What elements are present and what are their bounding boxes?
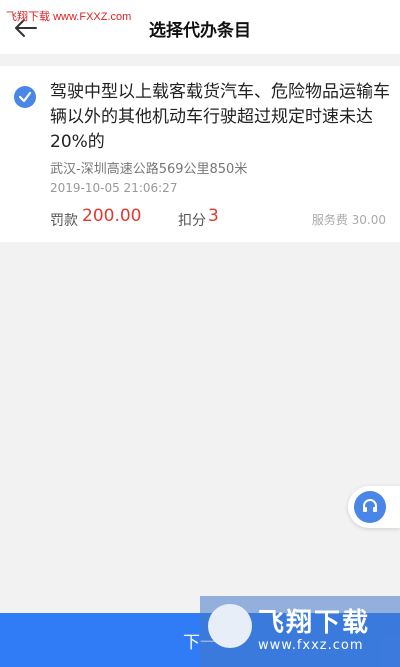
- watermark-bottom-url: www.fxxz.com: [258, 638, 364, 653]
- violation-location: 武汉-深圳高速公路569公里850米: [50, 162, 248, 177]
- fine-row: 罚款 200.00 扣分 3 服务费 30.00: [50, 206, 386, 230]
- watermark-top: 飞翔下载 www.FXXZ.com: [6, 8, 131, 24]
- watermark-bottom: 飞翔下载 www.fxxz.com: [200, 596, 400, 667]
- watermark-url: www.FXXZ.com: [53, 11, 132, 23]
- check-icon: [18, 91, 32, 103]
- points-label: 扣分: [178, 213, 206, 229]
- service-fee: 服务费 30.00: [311, 213, 386, 227]
- headset-icon: [354, 491, 386, 523]
- watermark-logo-icon: [208, 604, 252, 648]
- selected-checkbox[interactable]: [14, 86, 36, 108]
- fine-label: 罚款: [50, 213, 78, 229]
- fine-value: 200.00: [82, 206, 142, 226]
- points-value: 3: [208, 206, 219, 226]
- header-bar: 选择代办条目 飞翔下载 www.FXXZ.com: [0, 0, 400, 54]
- watermark-site-name: 飞翔下载: [6, 11, 50, 23]
- violation-card[interactable]: 驾驶中型以上载客载货汽车、危险物品运输车辆以外的其他机动车行驶超过规定时速未达2…: [0, 66, 400, 242]
- watermark-brand: 飞翔下载: [258, 608, 371, 638]
- customer-service-button[interactable]: [348, 486, 400, 528]
- violation-description: 驾驶中型以上载客载货汽车、危险物品运输车辆以外的其他机动车行驶超过规定时速未达2…: [50, 82, 390, 152]
- violation-time: 2019-10-05 21:06:27: [50, 181, 178, 195]
